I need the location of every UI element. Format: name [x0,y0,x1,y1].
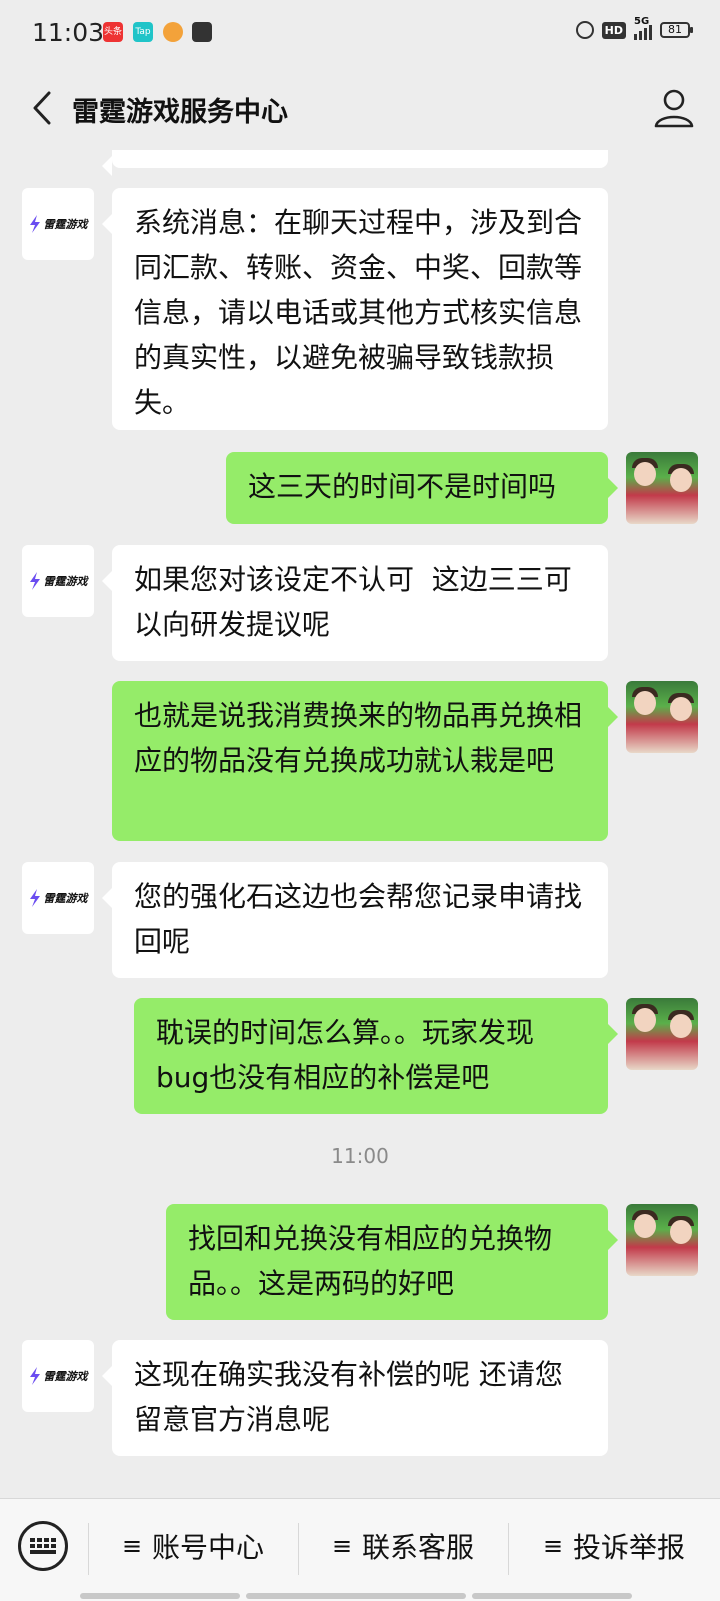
status-bar: 11:03 头条 Tap HD 5G 81 [0,0,720,70]
user-avatar[interactable] [626,681,698,753]
user-avatar[interactable] [626,998,698,1070]
status-indicators: HD 5G 81 [575,16,693,40]
lightning-icon [29,215,40,233]
user-profile-icon [654,89,694,128]
lightning-icon [29,572,40,590]
bot-avatar[interactable]: 雷霆游戏 [22,1340,94,1412]
bot-avatar[interactable]: 雷霆游戏 [22,545,94,617]
home-indicator [472,1593,632,1599]
home-indicator [80,1593,240,1599]
menu-label: 联系客服 [362,1531,475,1564]
user-avatar[interactable] [626,1204,698,1276]
taptap-icon: Tap [133,22,153,42]
message-bubble[interactable]: 耽误的时间怎么算。。玩家发现bug也没有相应的补偿是吧 [134,998,618,1114]
leiting-logo: 雷霆游戏 [29,215,88,233]
lightning-icon [29,1367,40,1385]
leiting-logo: 雷霆游戏 [29,1367,88,1385]
message-bubble[interactable]: 这三天的时间不是时间吗 [226,452,618,524]
toutiao-icon: 头条 [103,22,123,42]
back-button[interactable] [20,86,64,130]
status-time: 11:03 [32,18,105,47]
message-bubble[interactable]: 这现在确实我没有补偿的呢 还请您留意官方消息呢 [102,1340,608,1456]
menu-icon: ≡ [542,1532,564,1560]
leiting-logo: 雷霆游戏 [29,572,88,590]
message-bubble[interactable]: 您的强化石这边也会帮您记录申请找回呢 [102,862,608,978]
menu-label: 账号中心 [152,1531,265,1564]
home-indicator [246,1593,466,1599]
leiting-logo: 雷霆游戏 [29,889,88,907]
menu-complaint-report[interactable]: ≡ 投诉举报 [509,1521,719,1571]
chat-header: 雷霆游戏服务中心 [0,70,720,150]
menu-icon: ≡ [121,1532,143,1560]
time-divider: 11:00 [331,1144,389,1168]
menu-account-center[interactable]: ≡ 账号中心 [89,1521,297,1571]
lightning-icon [29,889,40,907]
message-bubble[interactable]: 也就是说我消费换来的物品再兑换相应的物品没有兑换成功就认栽是吧 [112,681,618,841]
message-bubble[interactable]: 如果您对该设定不认可 这边三三可以向研发提议呢 [102,545,608,661]
hd-icon: HD [601,21,626,39]
bot-avatar[interactable]: 雷霆游戏 [22,188,94,260]
bottom-menu-bar: ≡ 账号中心 ≡ 联系客服 ≡ 投诉举报 [0,1498,720,1601]
alarm-icon [575,21,594,39]
battery-icon: 81 [660,22,693,38]
chevron-left-icon [33,91,51,125]
page-title: 雷霆游戏服务中心 [72,97,288,128]
menu-label: 投诉举报 [573,1531,686,1564]
message-icon [192,22,212,42]
keyboard-icon [30,1538,56,1554]
message-bubble[interactable]: 找回和兑换没有相应的兑换物品。。这是两码的好吧 [166,1204,618,1320]
menu-contact-service[interactable]: ≡ 联系客服 [299,1521,507,1571]
profile-button[interactable] [652,86,696,130]
menu-icon: ≡ [331,1532,353,1560]
signal-icon: 5G [634,16,652,40]
chat-area[interactable]: 雷霆游戏 系统消息：在聊天过程中，涉及到合同汇款、转账、资金、中奖、回款等信息，… [0,150,720,1498]
message-bubble-partial [102,150,608,176]
keyboard-button[interactable] [18,1521,68,1571]
user-avatar[interactable] [626,452,698,524]
message-bubble[interactable]: 系统消息：在聊天过程中，涉及到合同汇款、转账、资金、中奖、回款等信息，请以电话或… [102,188,608,430]
dog-icon [163,22,183,42]
bot-avatar[interactable]: 雷霆游戏 [22,862,94,934]
